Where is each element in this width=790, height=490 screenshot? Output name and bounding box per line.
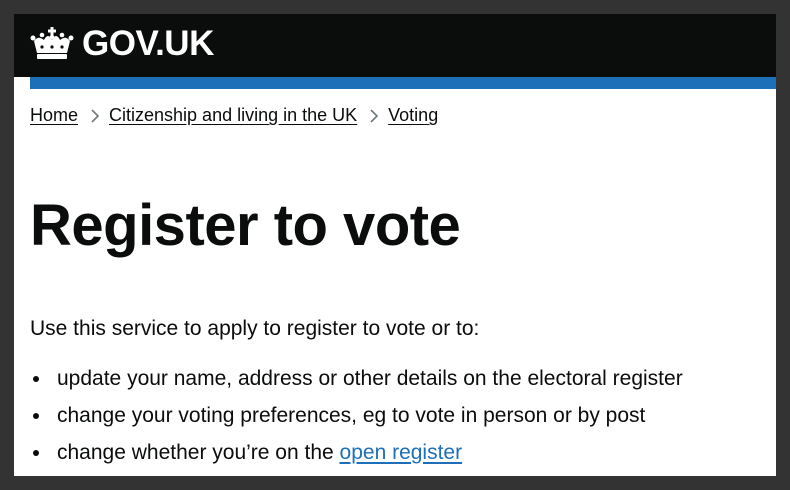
list-item: change whether you’re on the open regist… — [30, 438, 683, 475]
list-item: update your name, address or other detai… — [30, 364, 683, 401]
list-item-text: update your name, address or other detai… — [57, 367, 683, 390]
logo-text: GOV.UK — [82, 24, 214, 63]
chevron-right-icon — [370, 108, 379, 123]
chevron-right-icon — [91, 108, 100, 123]
site-header: GOV.UK — [14, 14, 776, 77]
page-title: Register to vote — [30, 193, 461, 258]
breadcrumb-citizenship[interactable]: Citizenship and living in the UK — [109, 105, 357, 126]
open-register-link[interactable]: open register — [340, 441, 463, 464]
breadcrumb-home[interactable]: Home — [30, 105, 78, 126]
govuk-logo-link[interactable]: GOV.UK — [30, 25, 214, 63]
crown-icon — [30, 27, 74, 59]
bullet — [33, 376, 39, 382]
bullet — [33, 413, 39, 419]
browser-viewport: GOV.UK Home Citizenship and living in th… — [14, 14, 776, 476]
list-item: change your voting preferences, eg to vo… — [30, 401, 683, 438]
intro-text: Use this service to apply to register to… — [30, 317, 480, 340]
options-list: update your name, address or other detai… — [30, 364, 683, 475]
breadcrumb-voting[interactable]: Voting — [388, 105, 438, 126]
bullet — [33, 450, 39, 456]
header-accent-bar — [30, 77, 776, 89]
breadcrumb: Home Citizenship and living in the UK Vo… — [30, 105, 438, 126]
list-item-text: change your voting preferences, eg to vo… — [57, 404, 646, 427]
list-item-text: change whether you’re on the — [57, 441, 340, 464]
